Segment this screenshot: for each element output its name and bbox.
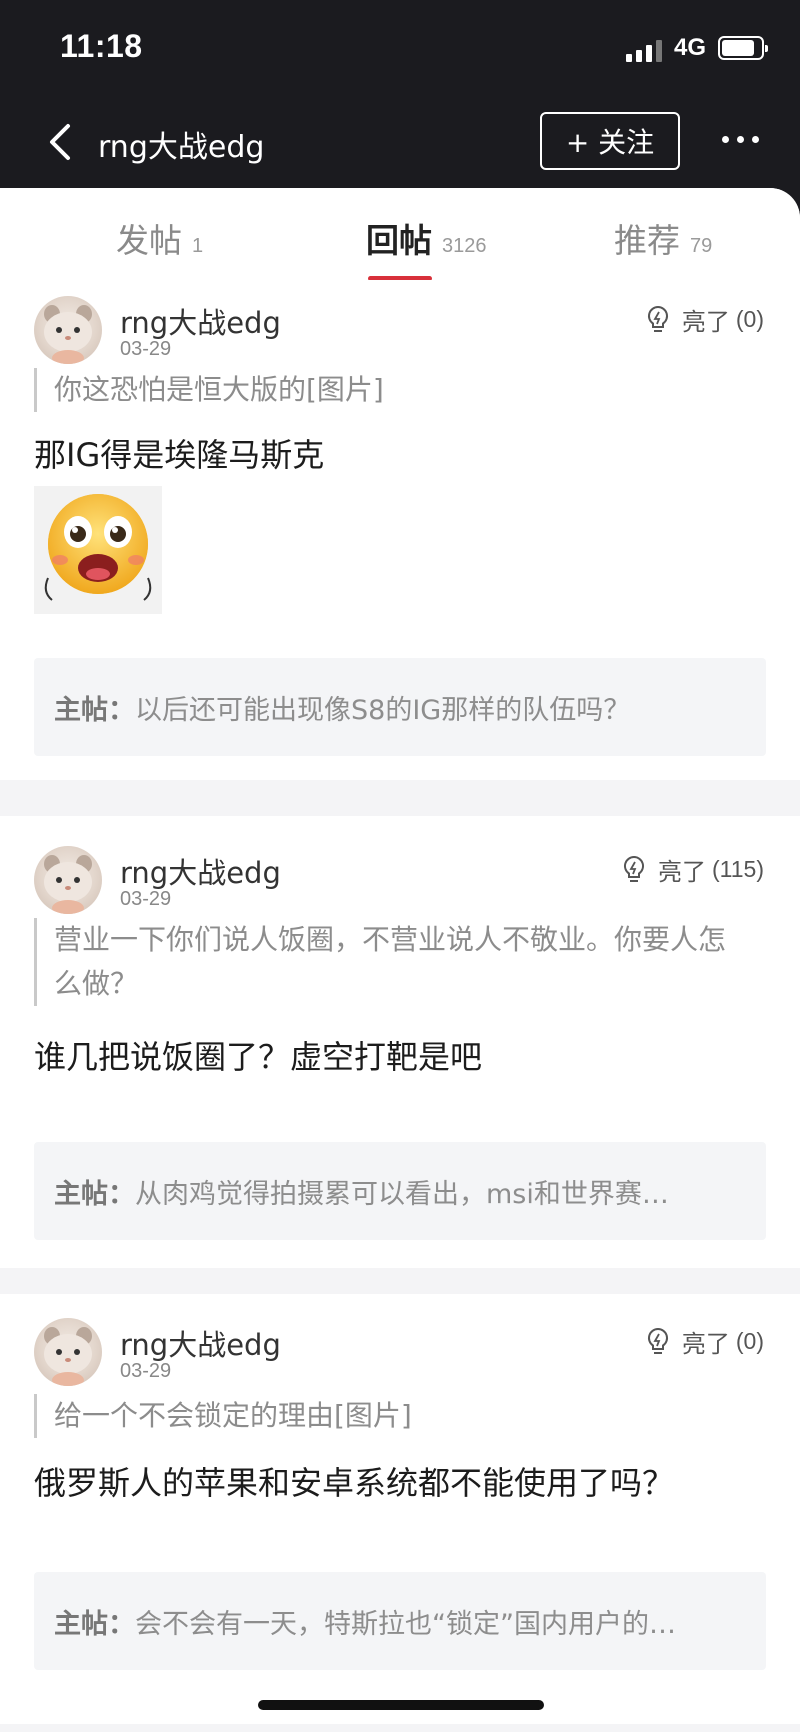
tab-replies[interactable]: 回帖 3126 (366, 214, 487, 262)
back-icon[interactable] (44, 118, 80, 166)
tab-recommended[interactable]: 推荐 79 (614, 214, 712, 262)
main-post-link[interactable]: 主帖： 从肉鸡觉得拍摄累可以看出，msi和世界赛… (34, 1142, 766, 1240)
main-post-label: 主帖： (54, 1608, 135, 1640)
like-count: (115) (712, 856, 764, 882)
avatar[interactable] (34, 296, 102, 364)
tab-posts[interactable]: 发帖 1 (116, 214, 203, 262)
tab-posts-label: 发帖 (116, 221, 182, 260)
like-count: (0) (735, 306, 764, 332)
like-button[interactable]: 亮了 (115) (622, 852, 764, 887)
lightbulb-icon (623, 855, 645, 882)
status-time: 11:18 (60, 28, 143, 64)
network-type: 4G (674, 34, 707, 61)
avatar[interactable] (34, 1318, 102, 1386)
nav-bar: rng大战edg + 关注 (0, 100, 800, 188)
signal-icon (626, 38, 664, 62)
main-post-link[interactable]: 主帖： 以后还可能出现像S8的IG那样的队伍吗？ (34, 658, 766, 756)
reply-text: 那IG得是埃隆马斯克 (34, 436, 325, 474)
tab-recommended-count: 79 (690, 235, 713, 257)
reply-text: 谁几把说饭圈了？虚空打靶是吧 (34, 1038, 483, 1076)
like-label: 亮了 (658, 858, 706, 886)
like-label: 亮了 (681, 308, 730, 336)
like-count: (0) (735, 1328, 764, 1354)
quoted-reply[interactable]: 你这恐怕是恒大版的[图片] (34, 368, 734, 412)
like-button[interactable]: 亮了 (0) (646, 1324, 764, 1359)
main-post-title: 从肉鸡觉得拍摄累可以看出，msi和世界赛… (135, 1178, 669, 1210)
lightbulb-icon (647, 1327, 668, 1354)
post-date: 03-29 (120, 338, 172, 360)
reply-card: rng大战edg 03-29 亮了 (0) 给一个不会锁定的理由[图片] 俄罗斯人… (0, 1294, 800, 1724)
quoted-reply[interactable]: 营业一下你们说人饭圈，不营业说人不敬业。你要人怎么做？ (34, 918, 734, 1006)
crying-emoji-image[interactable] (34, 486, 162, 614)
follow-button[interactable]: + 关注 (540, 112, 680, 170)
main-post-title: 会不会有一天，特斯拉也“锁定”国内用户的… (135, 1608, 676, 1640)
post-date: 03-29 (120, 1360, 172, 1382)
battery-icon (718, 36, 768, 60)
content-sheet: 发帖 1 回帖 3126 推荐 79 rng大战edg 03-29 亮了 (0)… (0, 188, 800, 1732)
reply-text: 俄罗斯人的苹果和安卓系统都不能使用了吗？ (34, 1464, 675, 1502)
main-post-title: 以后还可能出现像S8的IG那样的队伍吗？ (135, 694, 631, 726)
lightbulb-icon (647, 305, 668, 332)
tab-replies-label: 回帖 (366, 221, 432, 260)
post-date: 03-29 (120, 888, 172, 910)
home-indicator[interactable] (258, 1700, 544, 1710)
main-post-label: 主帖： (54, 694, 135, 726)
username[interactable]: rng大战edg (120, 850, 281, 892)
username[interactable]: rng大战edg (120, 1322, 281, 1364)
more-dots-icon[interactable] (722, 130, 760, 150)
username[interactable]: rng大战edg (120, 300, 281, 342)
main-post-label: 主帖： (54, 1178, 135, 1210)
main-post-link[interactable]: 主帖： 会不会有一天，特斯拉也“锁定”国内用户的… (34, 1572, 766, 1670)
quoted-reply[interactable]: 给一个不会锁定的理由[图片] (34, 1394, 734, 1438)
like-button[interactable]: 亮了 (0) (646, 302, 764, 337)
tab-replies-count: 3126 (442, 235, 487, 257)
reply-card: rng大战edg 03-29 亮了 (115) 营业一下你们说人饭圈，不营业说人不… (0, 816, 800, 1268)
reply-card: rng大战edg 03-29 亮了 (0) 你这恐怕是恒大版的[图片] 那IG得是… (0, 280, 800, 780)
tab-recommended-label: 推荐 (614, 221, 680, 260)
tab-posts-count: 1 (192, 235, 204, 257)
page-title: rng大战edg (98, 130, 265, 165)
avatar[interactable] (34, 846, 102, 914)
status-bar: 11:18 4G (0, 0, 800, 100)
tab-bar: 发帖 1 回帖 3126 推荐 79 (0, 188, 800, 281)
like-label: 亮了 (681, 1330, 730, 1358)
